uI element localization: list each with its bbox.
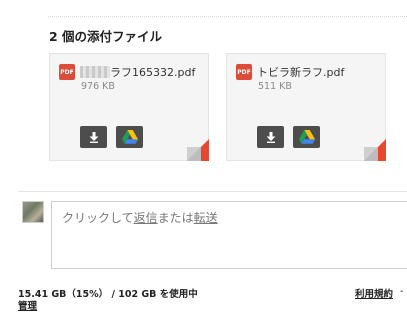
- avatar: [22, 201, 44, 223]
- divider: [18, 191, 407, 192]
- pdf-icon: PDF: [236, 64, 252, 80]
- reply-middle-text: または: [157, 211, 194, 225]
- attachment-size: 511 KB: [258, 81, 292, 92]
- storage-usage: 15.41 GB（15%） / 102 GB を使用中: [18, 289, 198, 300]
- divider: [48, 16, 407, 17]
- attachment-size: 976 KB: [81, 81, 115, 92]
- forward-link[interactable]: 転送: [194, 211, 218, 225]
- attachment-card[interactable]: PDF トビラ新ラフ.pdf 511 KB: [226, 53, 386, 161]
- manage-storage-link[interactable]: 管理: [18, 298, 37, 312]
- reply-placeholder: クリックして返信または転送: [62, 209, 218, 226]
- download-button[interactable]: [257, 126, 284, 148]
- attachments-heading: 2 個の添付ファイル: [49, 29, 163, 44]
- reply-prefix-text: クリックして: [62, 211, 134, 225]
- page-fold-corner: [187, 139, 209, 161]
- save-to-drive-button[interactable]: [116, 126, 143, 148]
- message-view: 2 個の添付ファイル PDF ラフ165332.pdf 976 KB PDF ト…: [0, 0, 407, 320]
- save-to-drive-button[interactable]: [293, 126, 320, 148]
- reply-box[interactable]: クリックして返信または転送: [51, 201, 407, 269]
- pdf-icon: PDF: [59, 64, 75, 80]
- download-icon: [266, 131, 275, 143]
- attachment-filename: ラフ165332.pdf: [80, 64, 195, 80]
- google-drive-icon: [298, 130, 315, 144]
- attachment-filename-text: ラフ165332.pdf: [110, 66, 196, 79]
- footer-separator: -: [400, 286, 404, 297]
- reply-link[interactable]: 返信: [134, 211, 158, 225]
- download-icon: [89, 131, 98, 143]
- attachment-filename: トビラ新ラフ.pdf: [257, 66, 345, 79]
- redacted-text: [80, 66, 110, 78]
- page-fold-corner: [364, 139, 386, 161]
- attachment-card[interactable]: PDF ラフ165332.pdf 976 KB: [49, 53, 209, 161]
- terms-link[interactable]: 利用規約: [355, 286, 393, 300]
- download-button[interactable]: [80, 126, 107, 148]
- google-drive-icon: [121, 130, 138, 144]
